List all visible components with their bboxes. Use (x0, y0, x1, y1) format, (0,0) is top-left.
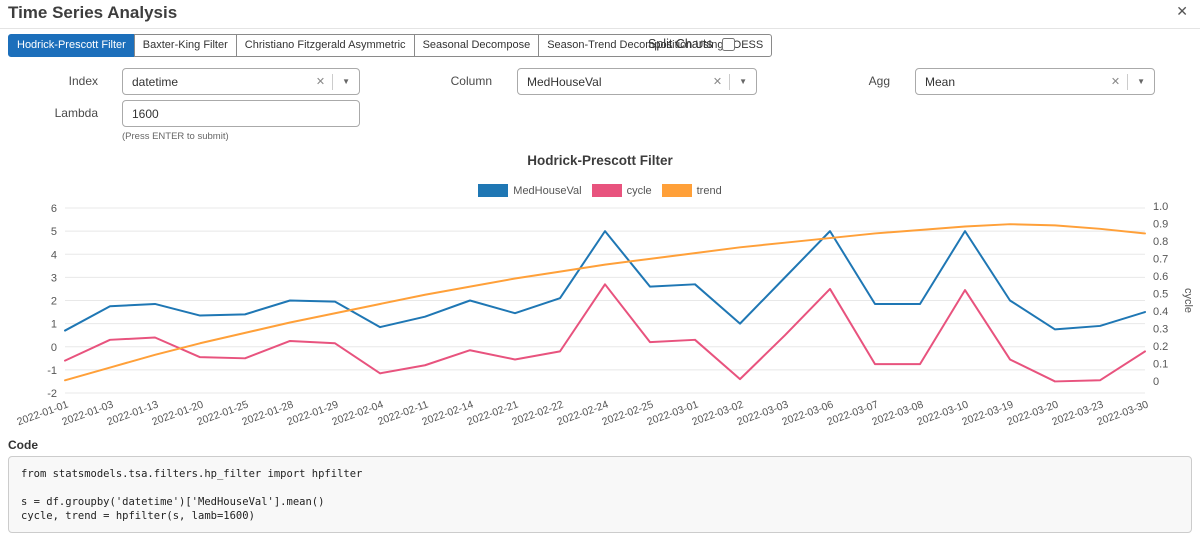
lambda-input[interactable] (122, 100, 360, 127)
legend-swatch (478, 184, 509, 197)
left-axis-tick: 3 (51, 272, 57, 284)
chevron-down-icon[interactable]: ▼ (1128, 77, 1154, 86)
right-axis-tick: 1.0 (1153, 201, 1168, 213)
left-axis-tick: 2 (51, 296, 57, 308)
header-divider (0, 28, 1200, 29)
right-axis-tick: 0.3 (1153, 324, 1168, 336)
clear-icon[interactable]: ✕ (706, 75, 729, 88)
close-icon[interactable]: ✕ (1176, 4, 1188, 18)
clear-icon[interactable]: ✕ (1104, 75, 1127, 88)
tab-seasonal-decompose[interactable]: Seasonal Decompose (413, 34, 540, 57)
split-charts-checkbox[interactable] (721, 37, 735, 51)
x-axis-tick: 2022-02-04 (330, 398, 385, 428)
right-axis-tick: 0.7 (1153, 254, 1168, 266)
tab-baxter-king-filter[interactable]: Baxter-King Filter (133, 34, 237, 57)
agg-select[interactable]: Mean ✕ ▼ (915, 68, 1155, 95)
code-section-label: Code (8, 438, 38, 452)
split-charts-label: Split Charts (648, 37, 713, 51)
right-axis-tick: 0.9 (1153, 219, 1168, 231)
legend-item-cycle[interactable]: cycle (591, 184, 652, 197)
legend-label: MedHouseVal (513, 184, 582, 197)
tab-christiano-fitzgerald-asymmetric[interactable]: Christiano Fitzgerald Asymmetric (235, 34, 415, 57)
clear-icon[interactable]: ✕ (309, 75, 332, 88)
lambda-label: Lambda (54, 106, 98, 120)
column-select[interactable]: MedHouseVal ✕ ▼ (517, 68, 757, 95)
time-series-analysis-page: Time Series Analysis ✕ Hodrick-Prescott … (0, 0, 1200, 541)
left-axis-tick: 0 (51, 342, 57, 354)
split-charts-toggle[interactable]: Split Charts (648, 37, 735, 51)
left-axis-tick: -2 (47, 388, 57, 400)
index-select-value: datetime (132, 74, 179, 89)
right-axis-tick: 0.1 (1153, 359, 1168, 371)
right-axis-tick: 0.2 (1153, 341, 1168, 353)
lambda-hint: (Press ENTER to submit) (122, 131, 229, 142)
legend-label: cycle (626, 184, 652, 197)
series-line-medhouseval (64, 230, 1146, 332)
legend-swatch (591, 184, 622, 197)
column-label: Column (450, 74, 492, 88)
right-axis-tick: 0.6 (1153, 271, 1168, 283)
x-axis-tick: 2022-03-30 (1095, 398, 1150, 428)
chart-legend: MedHouseVal cycle trend (0, 184, 1200, 197)
right-axis-tick: 0.8 (1153, 236, 1168, 248)
agg-label: Agg (868, 74, 890, 88)
left-axis-tick: 4 (51, 249, 57, 261)
chevron-down-icon[interactable]: ▼ (333, 77, 359, 86)
series-line-cycle (64, 283, 1146, 383)
tab-hodrick-prescott-filter[interactable]: Hodrick-Prescott Filter (8, 34, 135, 57)
chevron-down-icon[interactable]: ▼ (730, 77, 756, 86)
chart-title: Hodrick-Prescott Filter (527, 153, 673, 168)
right-axis-tick: 0 (1153, 376, 1159, 388)
index-label: Index (68, 74, 98, 88)
page-title: Time Series Analysis (8, 3, 178, 22)
left-axis-tick: 1 (51, 319, 57, 331)
code-snippet: from statsmodels.tsa.filters.hp_filter i… (21, 468, 363, 522)
index-select[interactable]: datetime ✕ ▼ (122, 68, 360, 95)
hp-filter-chart: 6 5 4 3 2 1 0 -1 -2 1.0 0.9 0.8 0.7 0.6 0.5 0.4 0.3 0.2 0.… (15, 201, 1194, 428)
left-axis-tick: 6 (51, 203, 57, 215)
legend-label: trend (696, 184, 722, 197)
left-axis-tick: 5 (51, 226, 57, 238)
legend-item-trend[interactable]: trend (661, 184, 722, 197)
legend-item-medhouseval[interactable]: MedHouseVal (478, 184, 582, 197)
legend-swatch (661, 184, 692, 197)
agg-select-value: Mean (925, 74, 956, 89)
code-box: from statsmodels.tsa.filters.hp_filter i… (8, 456, 1192, 533)
right-axis-tick: 0.4 (1153, 306, 1168, 318)
right-axis-tick: 0.5 (1153, 289, 1168, 301)
column-select-value: MedHouseVal (527, 74, 602, 89)
left-axis-tick: -1 (47, 365, 57, 377)
right-axis-title: cycle (1182, 288, 1194, 313)
